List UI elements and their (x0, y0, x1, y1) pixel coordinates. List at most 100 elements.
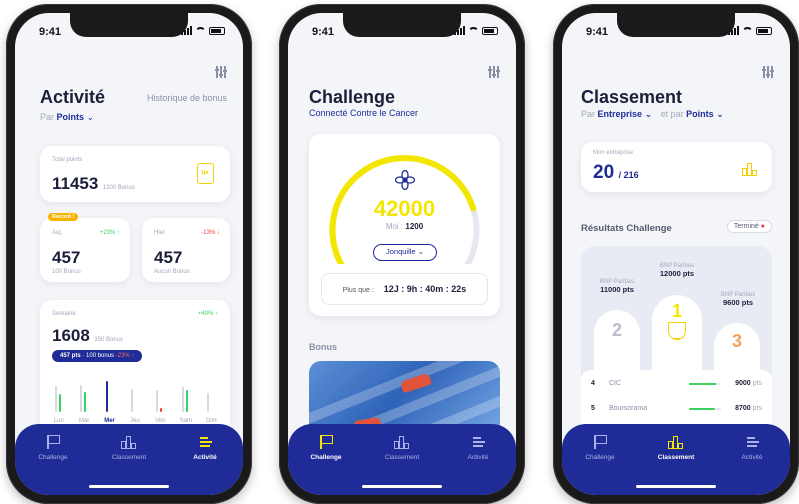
day-column[interactable]: Ven (148, 372, 173, 426)
day-bar (105, 380, 108, 412)
yesterday-card: Hier -13% ↓ 457 Aucun Bonus (142, 218, 230, 282)
status-icons (181, 26, 225, 35)
week-card: Semaine +40% ↑ 1608 350 Bonus 457 pts · … (40, 300, 230, 440)
nav-challenge[interactable]: Challenge (23, 434, 83, 495)
yesterday-label: Hier (154, 230, 166, 236)
day-column[interactable]: Lun (46, 372, 71, 426)
week-chart: Lun Mar Mer Jeu Ven Sam Dim (46, 372, 224, 426)
day-bar (54, 386, 57, 412)
status-icons (728, 26, 772, 35)
notch (617, 13, 735, 37)
podium-rank-1: 1 (652, 295, 702, 370)
podium-icon (668, 434, 684, 450)
today-label: Auj. (52, 230, 63, 236)
podium-rank-3: 3 (714, 323, 760, 370)
sort-value: Points (56, 112, 85, 122)
home-indicator[interactable] (362, 485, 442, 488)
yesterday-bonus: Aucun Bonus (154, 269, 190, 275)
ranking-screen: 9:41 Classement Par Entreprise ⌄ et par … (562, 13, 790, 495)
activity-icon (197, 434, 213, 450)
sort-prefix: Par (40, 112, 55, 122)
row-rank: 4 (591, 380, 595, 387)
nav-activite[interactable]: Activité (175, 434, 235, 495)
podium-rank-2: 2 (594, 310, 640, 370)
row-company: CIC (609, 380, 622, 387)
filter-icon[interactable] (488, 66, 500, 78)
status-icons (454, 26, 498, 35)
day-bar (130, 388, 133, 412)
row-progress-fill (689, 408, 715, 410)
row-points: 9000 (735, 380, 751, 387)
day-bar (207, 392, 210, 412)
day-column[interactable]: Sam (173, 372, 198, 426)
my-rank: 20 (593, 162, 615, 183)
row-points: 8700 (735, 405, 751, 412)
notch (70, 13, 188, 37)
podium-icon (394, 434, 410, 450)
day-column[interactable]: Mer (97, 372, 122, 426)
bottom-nav: Challenge Classement Activité (15, 424, 243, 495)
status-time: 9:41 (39, 26, 62, 38)
podium-icon (121, 434, 137, 450)
total-value: 11453 (52, 174, 99, 193)
page-title: Challenge (309, 87, 396, 107)
nav-activite[interactable]: Activité (448, 434, 508, 495)
chevron-down-icon: ⌄ (417, 247, 424, 256)
results-title: Résultats Challenge (581, 223, 672, 234)
flag-icon (318, 434, 334, 450)
ranking-row[interactable]: 5 Boursorama 8700 pts (581, 401, 772, 421)
my-score: Moi : 1200 (385, 222, 424, 231)
nav-challenge[interactable]: Challenge (570, 434, 630, 495)
chevron-down-icon: ⌄ (86, 112, 95, 122)
wifi-icon (742, 26, 753, 35)
day-bonus-bar (160, 408, 163, 412)
day-column[interactable]: Mar (71, 372, 96, 426)
day-column[interactable]: Jeu (122, 372, 147, 426)
total-label: Total points (52, 157, 83, 163)
home-indicator[interactable] (89, 485, 169, 488)
chevron-down-icon: ⌄ (644, 109, 653, 119)
filter-icon[interactable] (762, 66, 774, 78)
yesterday-change: -13% ↓ (201, 230, 220, 236)
challenge-screen: 9:41 Challenge Connecté Contre le Cancer… (288, 13, 516, 495)
metric-selector[interactable]: Points ⌄ (686, 109, 724, 119)
today-value: 457 (52, 248, 81, 267)
page-title: Classement (581, 87, 683, 107)
arrow-up-icon: ↑ (215, 311, 218, 317)
day-bar (181, 387, 184, 412)
phone-activity: 9:41 Activité Historique de bonus Par Po… (6, 4, 252, 504)
status-time: 9:41 (312, 26, 335, 38)
arrow-up-icon: ↑ (117, 230, 120, 236)
arrow-up-icon: ↑ (131, 353, 135, 359)
trophy-icon (668, 322, 686, 340)
rank-total: / 216 (618, 170, 639, 180)
battery-icon (482, 26, 498, 35)
entity-selector[interactable]: Entreprise ⌄ (598, 109, 653, 119)
team-dropdown[interactable]: Jonquille ⌄ (373, 244, 437, 261)
row-progress-fill (689, 383, 717, 385)
day-column[interactable]: Dim (199, 372, 224, 426)
bottom-nav: Challenge Classement Activité (288, 424, 516, 495)
phone-ranking: 9:41 Classement Par Entreprise ⌄ et par … (553, 4, 799, 504)
countdown-box: Plus que : 12J : 9h : 40m : 22s (321, 273, 488, 305)
my-company-label: Mon entreprise (593, 150, 634, 156)
sort-selector[interactable]: Par Points ⌄ (40, 112, 94, 123)
receipt-icon: 1pt (197, 163, 214, 184)
week-value: 1608 (52, 326, 90, 345)
history-link[interactable]: Historique de bonus (147, 93, 227, 103)
week-label: Semaine (52, 311, 76, 317)
day-bar (80, 384, 83, 412)
bottom-nav: Challenge Classement Activité (562, 424, 790, 495)
challenge-score: 42000 (373, 196, 436, 221)
flag-icon (45, 434, 61, 450)
nav-challenge[interactable]: Challenge (296, 434, 356, 495)
nav-activite[interactable]: Activité (722, 434, 782, 495)
status-badge: Terminé ● (726, 220, 772, 233)
flower-icon (394, 169, 416, 191)
ranking-row[interactable]: 4 CIC 9000 pts (581, 376, 772, 396)
activity-icon (470, 434, 486, 450)
home-indicator[interactable] (636, 485, 716, 488)
total-bonus: 1200 Bonus (102, 185, 135, 191)
row-unit: pts (752, 380, 762, 387)
filter-icon[interactable] (215, 66, 227, 78)
